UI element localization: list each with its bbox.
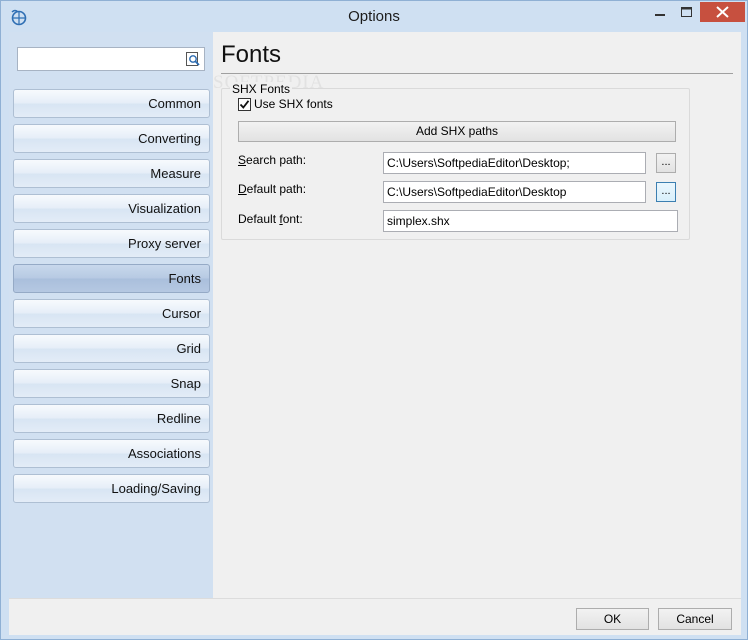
label-text: efault path:	[246, 182, 307, 196]
mnemonic-letter: S	[238, 153, 247, 167]
close-button[interactable]	[700, 2, 745, 22]
options-window: Options Common Converting Measure Visual…	[0, 0, 748, 640]
add-shx-paths-button[interactable]: Add SHX paths	[238, 121, 676, 142]
minimize-button[interactable]	[647, 2, 673, 22]
settings-content: Fonts SOFTPEDIA SHX Fonts Use SHX fonts …	[213, 32, 741, 598]
sidebar-item-visualization[interactable]: Visualization	[13, 194, 210, 223]
sidebar-item-label: Measure	[150, 166, 201, 181]
cancel-button[interactable]: Cancel	[658, 608, 732, 630]
sidebar-item-label: Common	[148, 96, 201, 111]
sidebar-item-snap[interactable]: Snap	[13, 369, 210, 398]
label-text: Default	[238, 212, 280, 226]
sidebar-item-fonts[interactable]: Fonts	[13, 264, 210, 293]
sidebar-item-label: Visualization	[128, 201, 201, 216]
close-icon	[716, 6, 729, 18]
sidebar-item-label: Loading/Saving	[111, 481, 201, 496]
sidebar-item-label: Redline	[156, 411, 201, 426]
search-icon[interactable]	[185, 51, 201, 67]
sidebar-item-associations[interactable]: Associations	[13, 439, 210, 468]
title-bar[interactable]: Options	[1, 1, 747, 32]
sidebar-item-converting[interactable]: Converting	[13, 124, 210, 153]
sidebar-item-label: Associations	[128, 446, 201, 461]
sidebar-item-label: Snap	[170, 376, 201, 391]
dialog-footer: OK Cancel	[9, 598, 741, 635]
search-path-browse-button[interactable]: ...	[656, 153, 676, 173]
sidebar-item-label: Proxy server	[128, 236, 201, 251]
use-shx-fonts-label: Use SHX fonts	[254, 97, 333, 111]
page-title: Fonts	[221, 41, 282, 68]
default-path-input[interactable]: C:\Users\SoftpediaEditor\Desktop	[383, 181, 646, 203]
sidebar-item-label: Grid	[176, 341, 201, 356]
sidebar-item-label: Converting	[138, 131, 201, 146]
label-text: ont:	[282, 212, 303, 226]
default-path-label: Default path:	[238, 182, 306, 196]
sidebar-item-measure[interactable]: Measure	[13, 159, 210, 188]
sidebar-item-redline[interactable]: Redline	[13, 404, 210, 433]
shx-fonts-group: SHX Fonts Use SHX fonts Add SHX paths Se…	[221, 82, 690, 240]
minimize-icon	[655, 14, 665, 16]
sidebar-item-common[interactable]: Common	[13, 89, 210, 118]
search-path-label: Search path:	[238, 153, 306, 167]
use-shx-fonts-checkbox[interactable]	[238, 98, 251, 111]
sidebar-item-cursor[interactable]: Cursor	[13, 299, 210, 328]
default-font-input[interactable]: simplex.shx	[383, 210, 678, 232]
maximize-icon	[681, 7, 692, 17]
mnemonic-letter: D	[238, 182, 247, 196]
ok-button[interactable]: OK	[576, 608, 649, 630]
default-font-label: Default font:	[238, 212, 303, 226]
checkmark-icon	[239, 100, 250, 109]
sidebar-item-grid[interactable]: Grid	[13, 334, 210, 363]
window-title: Options	[348, 8, 400, 25]
sidebar-item-label: Fonts	[168, 271, 201, 286]
category-sidebar: Common Converting Measure Visualization …	[9, 32, 213, 598]
sidebar-item-label: Cursor	[161, 306, 201, 321]
label-text: earch path:	[246, 153, 307, 167]
sidebar-item-proxy-server[interactable]: Proxy server	[13, 229, 210, 258]
group-title: SHX Fonts	[230, 82, 293, 96]
maximize-button[interactable]	[673, 2, 700, 22]
search-path-input[interactable]: C:\Users\SoftpediaEditor\Desktop;	[383, 152, 646, 174]
default-path-browse-button[interactable]: ...	[656, 182, 676, 202]
search-input[interactable]	[17, 47, 205, 71]
sidebar-item-loading-saving[interactable]: Loading/Saving	[13, 474, 210, 503]
